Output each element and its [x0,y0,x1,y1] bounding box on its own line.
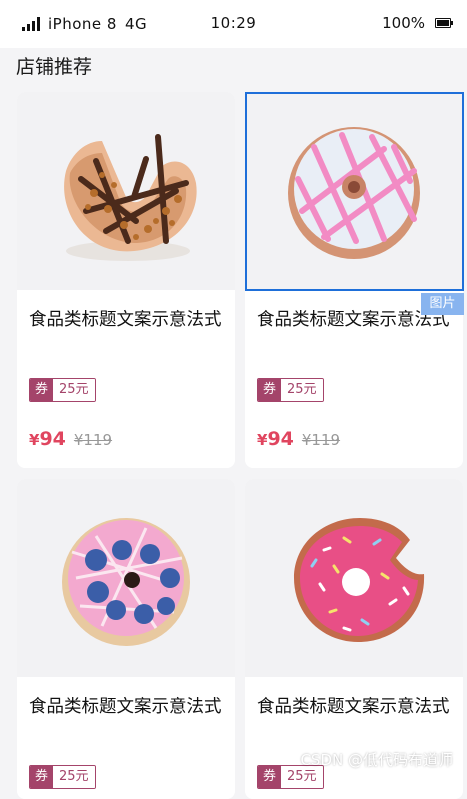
coupon-amount: 25元 [53,766,95,788]
section-title: 店铺推荐 [16,56,93,78]
original-price: ¥119 [73,431,113,449]
original-price: ¥119 [301,431,341,449]
price-value: 94 [39,428,66,450]
battery-label: 100% [382,14,425,32]
coupon-tag: 券 [258,379,282,401]
status-right: 100% [382,14,453,32]
status-bar: iPhone 8 4G 10:29 100% [0,0,467,48]
coupon-badge: 券 25元 [29,765,96,789]
coupon-tag: 券 [30,379,54,401]
product-card[interactable]: 食品类标题文案示意法式 券 25元 ¥94 ¥119 [245,92,463,468]
currency-symbol: ¥ [29,431,40,449]
battery-icon [435,18,453,28]
blueberry-donut-image [62,518,190,646]
product-image[interactable] [245,92,463,290]
product-card[interactable]: 食品类标题文案示意法式 券 25元 [17,479,235,799]
selection-tag: 图片 [421,293,464,315]
watermark: CSDN @低代码布道师 [300,751,453,769]
coupon-badge: 券 25元 [257,378,324,402]
chocolate-donut-image [64,134,197,261]
coupon-amount: 25元 [53,379,95,401]
price-value: 94 [267,428,294,450]
product-title[interactable]: 食品类标题文案示意法式 [29,306,223,364]
current-price: ¥94 [29,428,66,450]
white-icing-donut-image [288,127,420,259]
coupon-tag: 券 [258,766,282,788]
currency-symbol: ¥ [257,431,268,449]
coupon-badge: 券 25元 [29,378,96,402]
product-image[interactable] [17,479,235,677]
product-image[interactable] [17,92,235,290]
price-row: ¥94 ¥119 [29,428,235,450]
coupon-tag: 券 [30,766,54,788]
product-image[interactable] [245,479,463,677]
current-price: ¥94 [257,428,294,450]
pink-sprinkle-donut-image [294,518,425,642]
coupon-amount: 25元 [281,379,323,401]
product-card[interactable]: 食品类标题文案示意法式 券 25元 ¥94 ¥119 [17,92,235,468]
price-row: ¥94 ¥119 [257,428,463,450]
product-title[interactable]: 食品类标题文案示意法式 [257,693,451,751]
product-title[interactable]: 食品类标题文案示意法式 [29,693,223,751]
